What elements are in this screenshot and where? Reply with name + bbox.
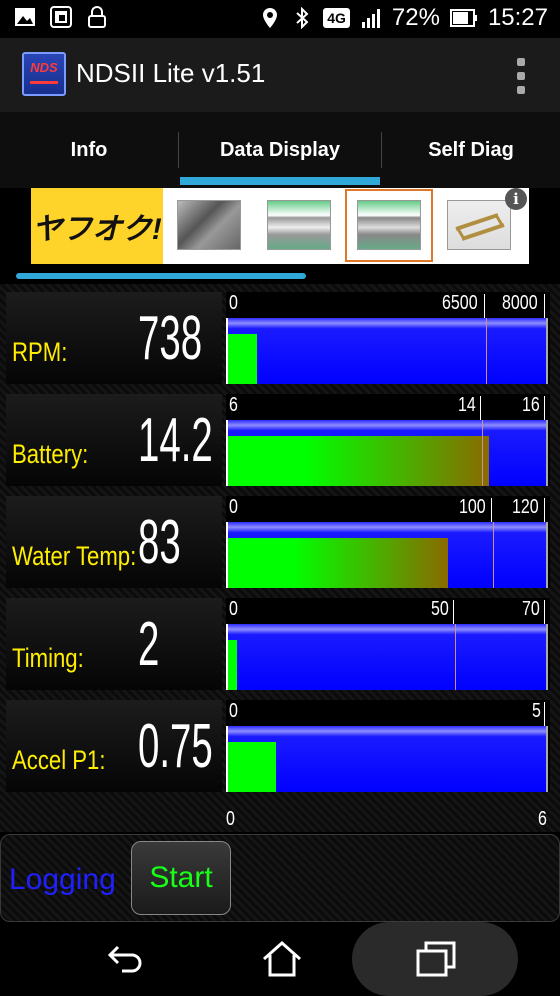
parameter-value: 2 <box>138 610 160 679</box>
gauge-track <box>226 318 548 384</box>
network-badge: 4G <box>323 8 350 28</box>
ad-logo[interactable]: ヤフオク! <box>31 188 163 264</box>
tick-label: 6 <box>538 808 547 830</box>
navigation-bar <box>0 922 560 996</box>
rack-image[interactable] <box>447 200 511 250</box>
tick-label: 50 <box>431 598 449 620</box>
gauge-fill <box>228 538 448 588</box>
parameter-cell: Accel P1: 0.75 <box>6 700 222 792</box>
tick-label: 16 <box>522 394 540 416</box>
recent-apps-button[interactable] <box>406 922 466 996</box>
app-logo: NDS <box>22 52 66 96</box>
parameter-label: Battery: <box>12 439 89 469</box>
parameter-label: Water Temp: <box>12 541 137 571</box>
gauge-fill <box>228 742 276 792</box>
tick-label: 14 <box>458 394 477 416</box>
app-bar: NDS NDSII Lite v1.51 <box>0 38 560 112</box>
back-icon <box>107 945 142 973</box>
parameter-value: 0.75 <box>138 712 213 781</box>
parameter-value: 14.2 <box>138 406 213 475</box>
tab-info[interactable]: Info <box>0 112 178 188</box>
tab-self-diag[interactable]: Self Diag <box>382 112 560 188</box>
back-button[interactable] <box>96 922 156 996</box>
gauge: 0 50 70 <box>226 598 550 690</box>
parameter-label: RPM: <box>12 337 68 367</box>
logging-label: Logging <box>9 863 116 896</box>
ad-info-icon[interactable]: i <box>505 188 527 210</box>
partial-gauge: 0 6 <box>226 808 550 832</box>
battery-percent: 72% <box>391 4 440 31</box>
active-tab-indicator <box>180 177 380 185</box>
data-display-area: RPM: 738 0 6500 8000 Battery: 14.2 6 14 16 Water T… <box>0 284 560 832</box>
status-bar: 4G 72% 15:27 <box>0 0 560 38</box>
gauge-fill <box>228 436 489 486</box>
tick-label: 6 <box>229 394 238 416</box>
data-row: RPM: 738 0 6500 8000 <box>6 284 554 384</box>
ad-scroll-indicator <box>16 273 306 279</box>
clock: 15:27 <box>487 4 548 31</box>
battery-icon <box>449 9 477 27</box>
lock-icon <box>88 6 106 28</box>
data-row: Water Temp: 83 0 100 120 <box>6 488 554 588</box>
data-row: Accel P1: 0.75 0 5 <box>6 692 554 792</box>
parameter-cell: Water Temp: 83 <box>6 496 222 588</box>
parameter-label: Timing: <box>12 643 84 673</box>
tick-label: 0 <box>229 292 238 314</box>
gallery-icon <box>50 6 72 28</box>
parameter-value: 83 <box>138 508 181 577</box>
tick-label: 0 <box>226 808 235 830</box>
grille-image-selected[interactable] <box>357 200 421 250</box>
threshold-marker <box>493 522 494 588</box>
tick-label: 8000 <box>502 292 538 314</box>
recent-apps-icon <box>416 941 456 977</box>
bluetooth-icon <box>296 7 309 29</box>
tick-label: 70 <box>522 598 540 620</box>
gauge-track <box>226 522 548 588</box>
parameter-cell: RPM: 738 <box>6 292 222 384</box>
gauge: 0 100 120 <box>226 496 550 588</box>
parameter-label: Accel P1: <box>12 745 106 775</box>
overflow-menu-icon[interactable] <box>516 58 526 94</box>
tick-label: 5 <box>532 700 541 722</box>
parameter-cell: Battery: 14.2 <box>6 394 222 486</box>
location-icon <box>263 8 278 28</box>
data-row: Battery: 14.2 6 14 16 <box>6 386 554 486</box>
gauge-track <box>226 726 548 792</box>
home-button[interactable] <box>254 922 310 996</box>
tick-label: 0 <box>229 598 238 620</box>
tick-label: 6500 <box>442 292 478 314</box>
threshold-marker <box>482 420 484 486</box>
gauge-track <box>226 420 548 486</box>
gauge: 05 <box>226 700 550 792</box>
tick-label: 0 <box>229 700 238 722</box>
start-logging-button[interactable]: Start <box>131 841 231 915</box>
parameter-value: 738 <box>138 304 203 373</box>
tick-label: 100 <box>459 496 486 518</box>
image-icon <box>15 8 35 26</box>
gauge-track <box>226 624 548 690</box>
threshold-marker <box>455 624 457 690</box>
gauge: 6 14 16 <box>226 394 550 486</box>
home-icon <box>263 940 301 977</box>
gauge-fill <box>228 640 238 690</box>
signal-icon <box>361 9 380 28</box>
grille-image[interactable] <box>267 200 331 250</box>
app-title: NDSII Lite v1.51 <box>76 58 266 88</box>
threshold-marker <box>486 318 488 384</box>
tick-label: 0 <box>229 496 238 518</box>
data-row: Timing: 2 0 50 70 <box>6 590 554 690</box>
app-logo-text: NDS <box>30 60 58 75</box>
gauge: 0 6500 8000 <box>226 292 550 384</box>
ad-banner[interactable]: ヤフオク! i <box>31 188 529 264</box>
parameter-cell: Timing: 2 <box>6 598 222 690</box>
engine-part-image[interactable] <box>177 200 241 250</box>
control-bar: Logging Start <box>0 834 560 922</box>
gauge-fill <box>228 334 258 384</box>
tick-label: 120 <box>512 496 539 518</box>
